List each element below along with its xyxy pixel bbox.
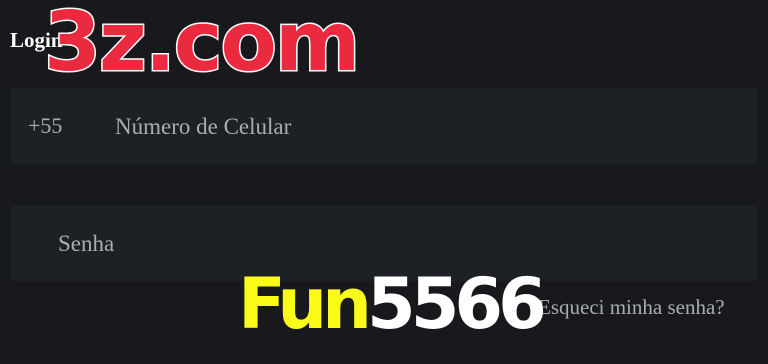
watermark-bottom-number: 5566 [367,263,547,345]
watermark-top: 3z.com [42,0,361,91]
phone-field[interactable]: +55 [10,88,758,164]
country-code-prefix: +55 [28,113,63,138]
forgot-password-link[interactable]: Esqueci minha senha? [538,295,725,320]
watermark-bottom: Fun5566 [238,267,547,342]
phone-input[interactable] [115,112,715,142]
password-input[interactable] [58,229,708,259]
watermark-bottom-fun: Fun [238,263,372,345]
